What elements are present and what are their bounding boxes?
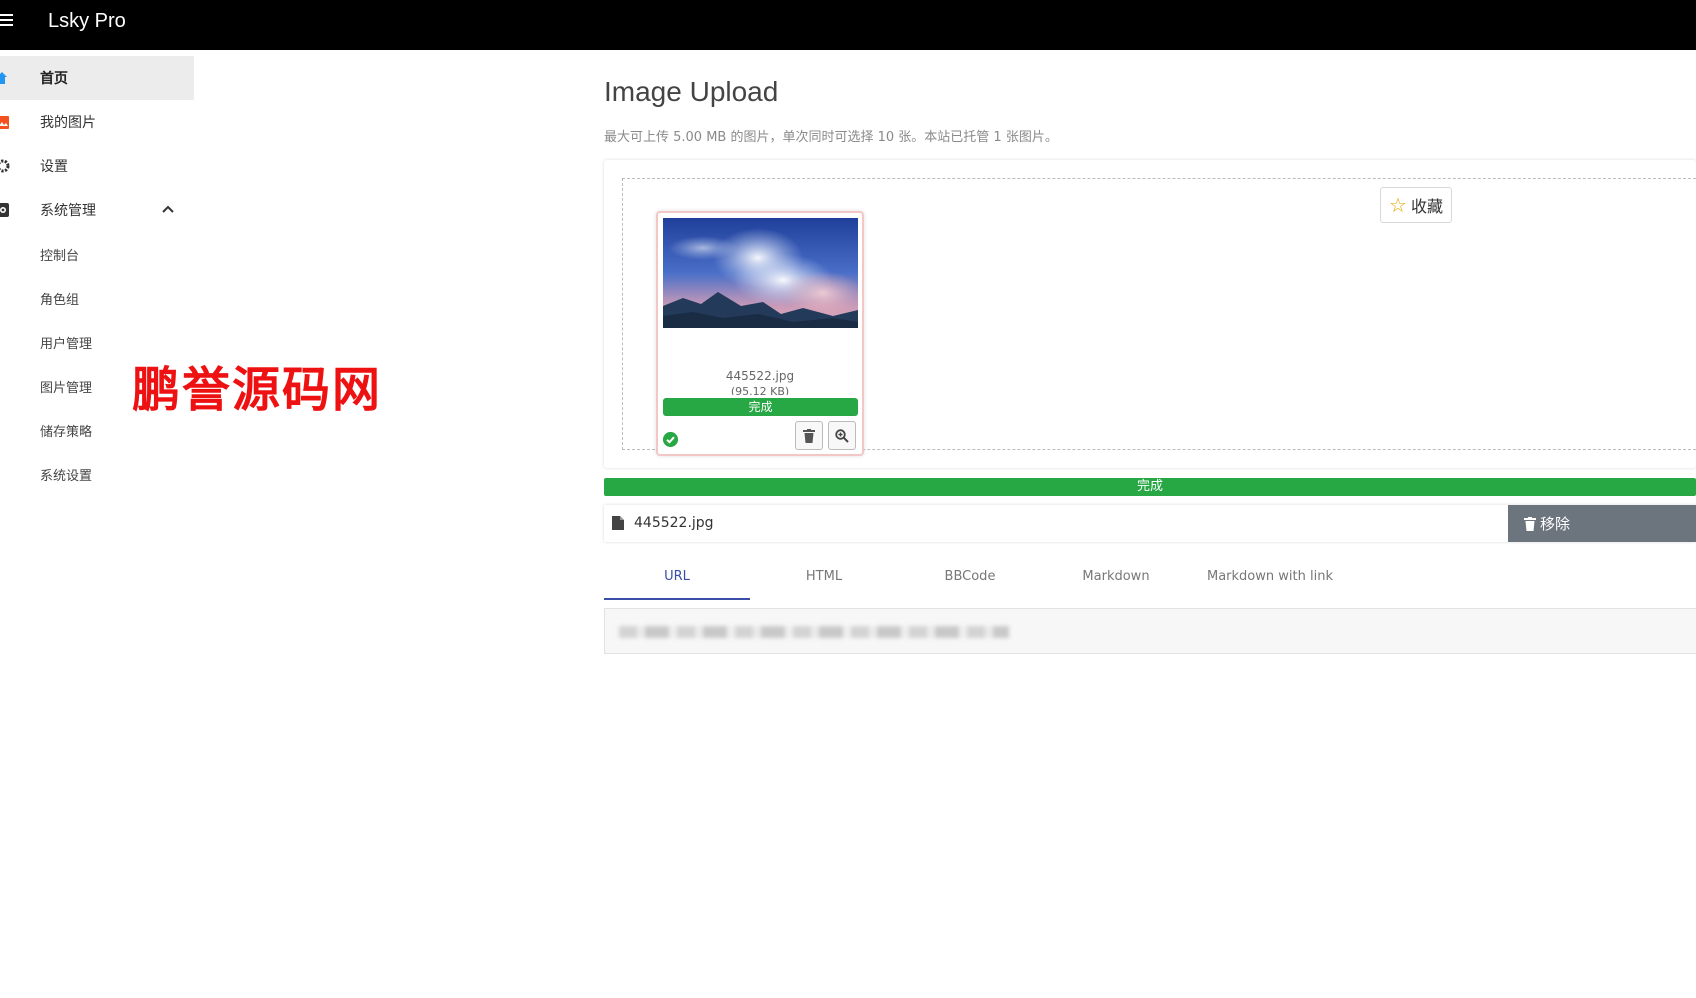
tab-url[interactable]: URL (604, 562, 750, 600)
image-icon (0, 116, 9, 129)
trash-icon (803, 428, 815, 443)
sidebar-item-my-images[interactable]: 我的图片 (0, 100, 194, 144)
sidebar-item-label: 我的图片 (40, 115, 96, 131)
check-circle-icon (663, 432, 678, 447)
tab-html[interactable]: HTML (764, 562, 884, 600)
thumbnail-image[interactable] (663, 218, 858, 328)
remove-button[interactable]: 移除 (1508, 505, 1696, 542)
link-format-tabs: URL HTML BBCode Markdown Markdown with l… (604, 562, 1696, 600)
chevron-up-icon[interactable] (162, 204, 174, 214)
sidebar-item-settings[interactable]: 设置 (0, 144, 194, 188)
sidebar-item-label: 首页 (40, 71, 68, 87)
sidebar: 首页 我的图片 设置 系统管理 控制台 角色组 用户管理 图片管理 储存策略 系… (0, 56, 194, 496)
uploaded-file-row: 445522.jpg 移除 (604, 505, 1696, 542)
upload-description: 最大可上传 5.00 MB 的图片，单次同时可选择 10 张。本站已托管 1 张… (604, 130, 1058, 145)
overall-progress-bar: 完成 (604, 478, 1696, 496)
sidebar-item-roles[interactable]: 角色组 (0, 276, 194, 320)
tab-markdown[interactable]: Markdown (1056, 562, 1176, 600)
trash-icon (1524, 516, 1536, 531)
tab-bbcode[interactable]: BBCode (910, 562, 1030, 600)
delete-button[interactable] (795, 421, 823, 450)
favorite-label: 收藏 (1410, 197, 1443, 216)
gear-icon (0, 159, 10, 173)
sidebar-item-label: 图片管理 (40, 380, 93, 396)
zoom-button[interactable] (828, 421, 856, 450)
file-name: 445522.jpg (634, 515, 714, 531)
tab-markdown-with-link[interactable]: Markdown with link (1200, 562, 1340, 600)
thumbnail-file-name: 445522.jpg (725, 369, 795, 383)
uploaded-file-thumbnail: 445522.jpg (95.12 KB) 完成 (656, 211, 864, 456)
hamburger-menu-icon[interactable] (0, 14, 13, 26)
upload-card: ☆ 收藏 445522.jpg (95.12 KB) 完成 (604, 160, 1696, 468)
watermark-text: 鹏誉源码网 (132, 362, 383, 418)
admin-icon (0, 203, 9, 217)
page-title: Image Upload (604, 76, 779, 107)
thumbnail-progress-bar: 完成 (663, 398, 858, 416)
home-icon (0, 72, 7, 84)
sidebar-item-label: 用户管理 (40, 336, 93, 352)
app-title[interactable]: Lsky Pro (48, 10, 126, 33)
sidebar-item-label: 角色组 (40, 292, 80, 308)
file-icon (612, 516, 624, 530)
link-output-field[interactable] (604, 608, 1696, 654)
sidebar-item-dashboard[interactable]: 控制台 (0, 232, 194, 276)
zoom-in-icon (835, 428, 849, 443)
sidebar-item-label: 储存策略 (40, 424, 93, 440)
sidebar-item-home[interactable]: 首页 (0, 56, 194, 100)
sidebar-item-label: 系统设置 (40, 468, 93, 484)
remove-label: 移除 (1540, 515, 1571, 533)
sidebar-item-label: 系统管理 (40, 203, 96, 219)
sidebar-item-label: 设置 (40, 159, 68, 175)
favorite-button[interactable]: ☆ 收藏 (1380, 187, 1452, 223)
star-icon: ☆ (1389, 193, 1407, 217)
sidebar-item-system-settings[interactable]: 系统设置 (0, 452, 194, 496)
sidebar-item-system-admin[interactable]: 系统管理 (0, 188, 194, 232)
blurred-link-text (619, 626, 1009, 638)
sidebar-item-label: 控制台 (40, 248, 80, 264)
upload-dropzone[interactable]: ☆ 收藏 445522.jpg (95.12 KB) 完成 (622, 178, 1696, 456)
thumbnail-file-size: (95.12 KB) (730, 385, 790, 395)
top-bar: Lsky Pro (0, 0, 1696, 50)
